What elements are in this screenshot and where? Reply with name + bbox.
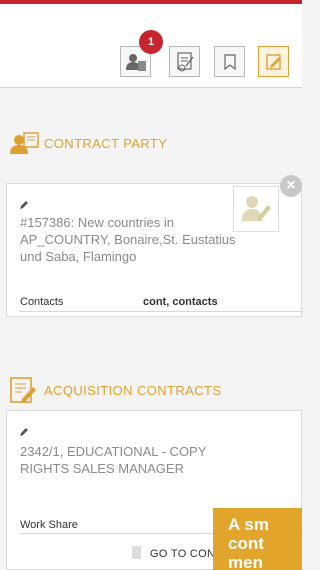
promo-overlay: A sm cont men	[213, 508, 302, 570]
contract-party-title: CONTRACT PARTY	[44, 136, 168, 151]
person-edit-icon	[242, 196, 271, 221]
overlay-line-1: A sm	[228, 515, 269, 534]
edit-document-icon	[176, 51, 194, 71]
edit-button[interactable]	[258, 46, 289, 77]
bookmark-icon	[223, 53, 236, 70]
party-avatar	[233, 186, 279, 232]
contract-party-description: #157386: New countries in AP_COUNTRY, Bo…	[20, 215, 236, 264]
square-icon	[132, 546, 141, 559]
notification-badge: 1	[139, 30, 163, 54]
acquisition-contracts-header: ACQUISITION CONTRACTS	[0, 375, 302, 405]
pencil-icon[interactable]	[19, 427, 29, 437]
go-to-contracts-label: GO TO CONT	[150, 548, 223, 560]
close-icon[interactable]: ×	[280, 175, 302, 197]
work-share-label: Work Share	[20, 519, 78, 531]
contract-party-header: CONTRACT PARTY	[0, 128, 302, 158]
acquisition-contract-description: 2342/1, EDUCATIONAL - COPY RIGHTS SALES …	[20, 444, 207, 476]
divider	[19, 311, 303, 312]
contacts-icon	[125, 53, 146, 71]
acquisition-contracts-title: ACQUISITION CONTRACTS	[44, 383, 222, 398]
edit-document-button[interactable]	[169, 46, 200, 77]
bookmark-button[interactable]	[214, 46, 245, 77]
acquisition-contracts-icon	[10, 377, 36, 403]
edit-icon	[265, 53, 281, 70]
contacts-value: cont, contacts	[143, 296, 218, 308]
overlay-line-2: cont	[228, 534, 264, 553]
toolbar: 1	[0, 4, 302, 88]
overlay-line-3: men	[228, 553, 263, 570]
pencil-icon[interactable]	[19, 200, 29, 210]
contract-party-icon	[10, 132, 39, 154]
contacts-label: Contacts	[20, 296, 64, 308]
